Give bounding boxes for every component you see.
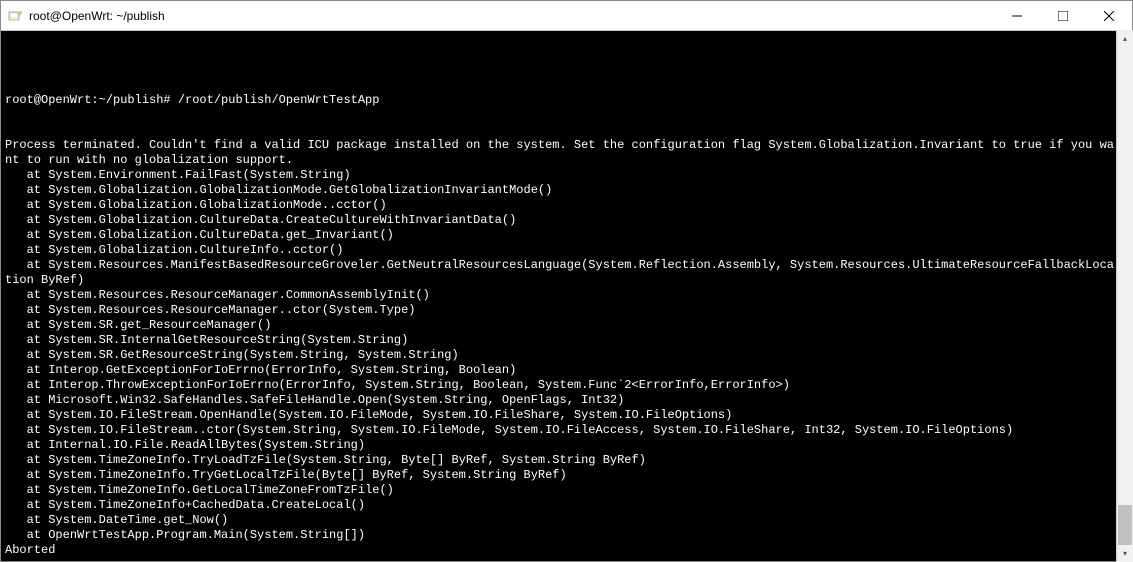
terminal-output-line: at System.Globalization.CultureData.get_… xyxy=(5,228,1115,243)
terminal-output-line: at System.Globalization.GlobalizationMod… xyxy=(5,198,1115,213)
terminal-area[interactable]: root@OpenWrt:~/publish# /root/publish/Op… xyxy=(1,31,1132,561)
terminal-output-line: at System.Resources.ManifestBasedResourc… xyxy=(5,258,1115,288)
terminal-output-line: at Interop.GetExceptionForIoErrno(ErrorI… xyxy=(5,363,1115,378)
terminal-output-line: at Microsoft.Win32.SafeHandles.SafeFileH… xyxy=(5,393,1115,408)
terminal-output-line: at System.DateTime.get_Now() xyxy=(5,513,1115,528)
titlebar[interactable]: root@OpenWrt: ~/publish xyxy=(1,1,1132,31)
close-button[interactable] xyxy=(1086,1,1132,30)
terminal-output-line: at Internal.IO.File.ReadAllBytes(System.… xyxy=(5,438,1115,453)
terminal-output-line: at Interop.ThrowExceptionForIoErrno(Erro… xyxy=(5,378,1115,393)
terminal-output-line: at System.TimeZoneInfo.GetLocalTimeZoneF… xyxy=(5,483,1115,498)
minimize-button[interactable] xyxy=(994,1,1040,30)
terminal-output-line: at System.Resources.ResourceManager..cto… xyxy=(5,303,1115,318)
terminal-output-line: at System.SR.InternalGetResourceString(S… xyxy=(5,333,1115,348)
terminal-output-line: at System.IO.FileStream.OpenHandle(Syste… xyxy=(5,408,1115,423)
window-title: root@OpenWrt: ~/publish xyxy=(29,9,994,23)
terminal-output-line: at System.TimeZoneInfo.TryGetLocalTzFile… xyxy=(5,468,1115,483)
terminal-output-line: at System.Environment.FailFast(System.St… xyxy=(5,168,1115,183)
putty-icon xyxy=(7,8,23,24)
terminal-output-line: at System.Globalization.GlobalizationMod… xyxy=(5,183,1115,198)
vertical-scrollbar[interactable]: ▴ ▾ xyxy=(1116,30,1133,562)
terminal-output-line: Aborted xyxy=(5,543,1115,558)
terminal-output-line: at System.TimeZoneInfo.TryLoadTzFile(Sys… xyxy=(5,453,1115,468)
terminal-output: root@OpenWrt:~/publish# /root/publish/Op… xyxy=(5,63,1128,561)
terminal-output-line: at System.Resources.ResourceManager.Comm… xyxy=(5,288,1115,303)
scrollbar-thumb[interactable] xyxy=(1118,505,1132,545)
terminal-output-line: at System.TimeZoneInfo+CachedData.Create… xyxy=(5,498,1115,513)
maximize-button[interactable] xyxy=(1040,1,1086,30)
terminal-output-line: at System.IO.FileStream..ctor(System.Str… xyxy=(5,423,1115,438)
scroll-down-arrow[interactable]: ▾ xyxy=(1117,545,1133,562)
terminal-output-line: at System.Globalization.CultureInfo..cct… xyxy=(5,243,1115,258)
app-window: root@OpenWrt: ~/publish root@OpenWrt:~/p… xyxy=(0,0,1133,562)
terminal-command-line: root@OpenWrt:~/publish# /root/publish/Op… xyxy=(5,93,1115,108)
terminal-output-line: at OpenWrtTestApp.Program.Main(System.St… xyxy=(5,528,1115,543)
terminal-output-line: at System.SR.GetResourceString(System.St… xyxy=(5,348,1115,363)
scrollbar-track[interactable] xyxy=(1117,47,1133,545)
terminal-output-line: Process terminated. Couldn't find a vali… xyxy=(5,138,1115,168)
terminal-output-line: at System.SR.get_ResourceManager() xyxy=(5,318,1115,333)
terminal-output-line: at System.Globalization.CultureData.Crea… xyxy=(5,213,1115,228)
scroll-up-arrow[interactable]: ▴ xyxy=(1117,30,1133,47)
window-controls xyxy=(994,1,1132,30)
